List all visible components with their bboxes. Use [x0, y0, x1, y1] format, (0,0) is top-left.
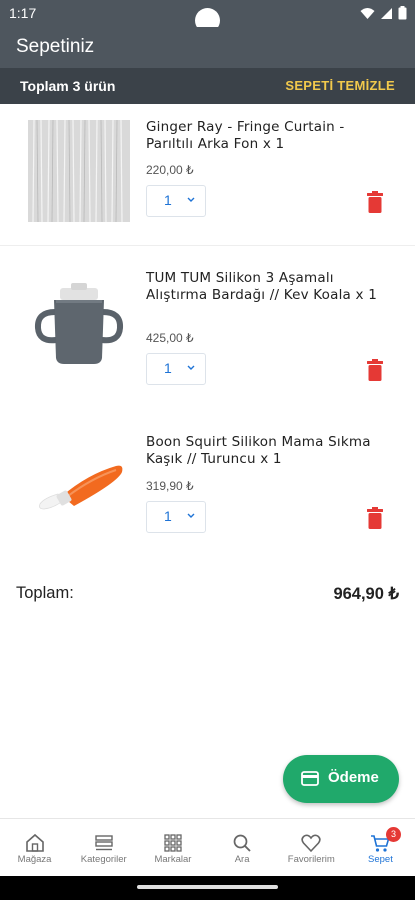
credit-card-icon: [301, 771, 319, 786]
quantity-value: 1: [164, 360, 172, 376]
signal-icon: [381, 7, 392, 19]
nav-item-cart[interactable]: 3 Sepet: [346, 819, 415, 876]
wifi-icon: [360, 7, 375, 19]
cart-count-badge: 3: [385, 827, 401, 842]
quantity-select[interactable]: 1: [146, 501, 206, 533]
cart-total: Toplam: 964,90 ₺: [0, 582, 415, 608]
quantity-select[interactable]: 1: [146, 185, 206, 217]
nav-item-search[interactable]: Ara: [208, 819, 277, 876]
store-icon: [25, 833, 44, 852]
bottom-navigation: Mağaza Kategoriler Markalar Ara Favorile…: [0, 818, 415, 876]
item-name: TUM TUM Silikon 3 Aşamalı Alıştırma Bard…: [146, 270, 377, 303]
chevron-down-icon: [187, 365, 195, 370]
brands-icon: [164, 834, 182, 852]
nav-item-store[interactable]: Mağaza: [0, 819, 69, 876]
categories-icon: [95, 835, 113, 851]
delete-icon[interactable]: [366, 191, 384, 213]
delete-icon[interactable]: [366, 359, 384, 381]
nav-item-brands[interactable]: Markalar: [138, 819, 207, 876]
item-price: 425,00 ₺: [146, 331, 194, 345]
delete-icon[interactable]: [366, 507, 384, 529]
total-value: 964,90 ₺: [333, 585, 399, 603]
total-label: Toplam:: [16, 584, 74, 602]
nav-label: Sepet: [368, 854, 393, 865]
nav-label: Kategoriler: [80, 854, 127, 865]
app-bar: Sepetiniz: [0, 27, 415, 68]
cart-summary-bar: Toplam 3 ürün SEPETİ TEMİZLE: [0, 68, 415, 104]
status-icons: [360, 6, 407, 20]
item-price: 319,90 ₺: [146, 479, 194, 493]
home-indicator[interactable]: [137, 885, 278, 889]
quantity-value: 1: [164, 508, 172, 524]
status-time: 1:17: [9, 5, 37, 21]
item-name: Boon Squirt Silikon Mama Sıkma Kaşık // …: [146, 434, 371, 467]
page-title: Sepetiniz: [16, 36, 95, 57]
item-name: Ginger Ray - Fringe Curtain - Parıltılı …: [146, 119, 345, 152]
chevron-down-icon: [187, 513, 195, 518]
nav-label: Ara: [234, 854, 250, 865]
nav-label: Favorilerim: [287, 854, 335, 865]
clear-cart-button[interactable]: SEPETİ TEMİZLE: [285, 78, 395, 93]
nav-label: Markalar: [154, 854, 192, 865]
battery-icon: [398, 6, 407, 20]
nav-item-categories[interactable]: Kategoriler: [69, 819, 138, 876]
item-price: 220,00 ₺: [146, 163, 194, 177]
checkout-label: Ödeme: [328, 769, 379, 786]
fringe-curtain-image: [28, 120, 130, 222]
item-count-label: Toplam 3 ürün: [20, 78, 116, 94]
chevron-down-icon: [187, 197, 195, 202]
quantity-select[interactable]: 1: [146, 353, 206, 385]
squeeze-spoon-image: [39, 465, 123, 510]
heart-icon: [301, 834, 321, 853]
nav-label: Mağaza: [17, 854, 52, 865]
divider: [0, 245, 415, 246]
search-icon: [233, 834, 251, 852]
system-navigation-bar: [0, 876, 415, 900]
nav-item-favorites[interactable]: Favorilerim: [277, 819, 346, 876]
training-cup-image: [34, 283, 124, 364]
checkout-button[interactable]: Ödeme: [283, 755, 399, 803]
quantity-value: 1: [164, 192, 172, 208]
